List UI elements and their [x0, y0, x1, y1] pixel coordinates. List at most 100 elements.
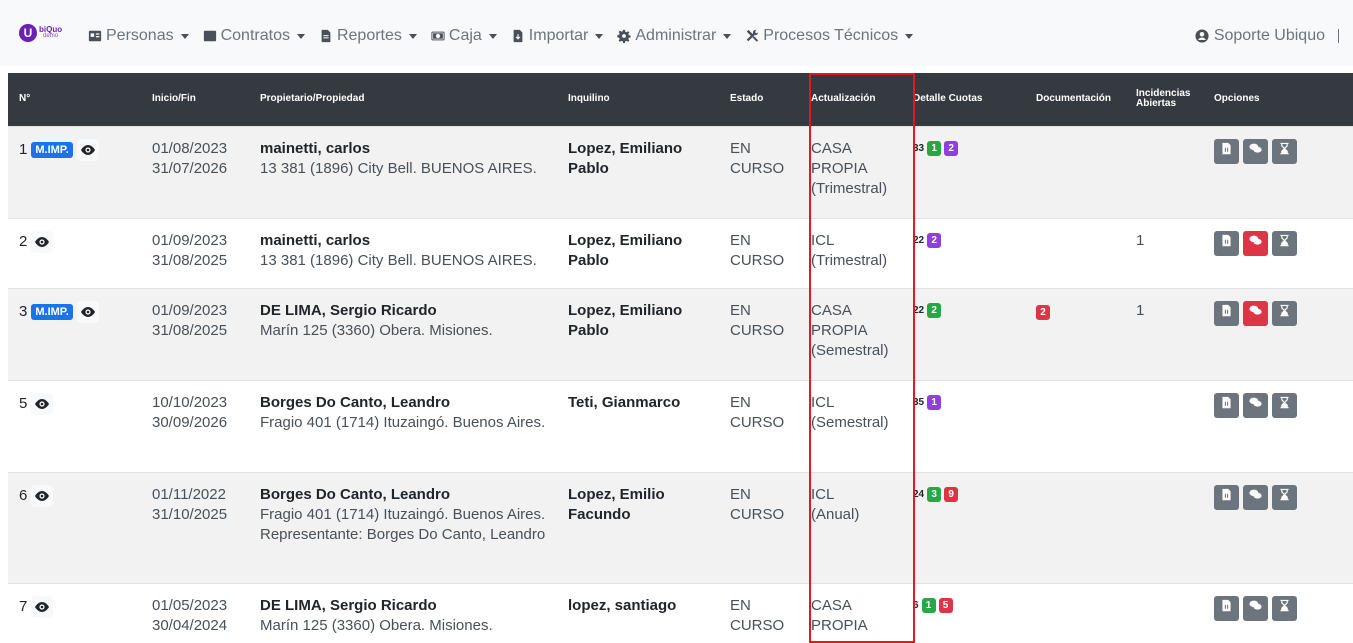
- column-header[interactable]: N°: [8, 73, 141, 126]
- property-line: 13 381 (1896) City Bell. BUENOS AIRES.: [260, 159, 537, 177]
- incidencias-count: 1: [1136, 301, 1145, 319]
- column-header[interactable]: Inquilino: [557, 73, 719, 126]
- hourglass-button[interactable]: [1272, 392, 1297, 418]
- table-row[interactable]: 3 M.IMP. 01/09/2023 31/08/2025 DE LIMA, Serg…: [8, 287, 1353, 380]
- owner-name: mainetti, carlos: [260, 139, 371, 157]
- cuota-badge[interactable]: 2: [927, 303, 942, 318]
- cuota-badge[interactable]: 3: [927, 487, 942, 502]
- hourglass-button[interactable]: [1272, 595, 1297, 621]
- nav-administrar[interactable]: Administrar: [617, 27, 732, 45]
- eye-icon[interactable]: [31, 484, 54, 507]
- cuota-badge[interactable]: 2: [944, 141, 959, 156]
- hourglass-button[interactable]: [1272, 300, 1297, 326]
- property-line: 13 381 (1896) City Bell. BUENOS AIRES.: [260, 251, 537, 269]
- start-date: 01/09/2023: [152, 231, 228, 249]
- chevron-down-icon: [180, 33, 189, 39]
- eye-icon[interactable]: [76, 138, 99, 161]
- row-number: 3: [19, 302, 28, 320]
- table-row[interactable]: 2 01/09/2023 31/08/2025 mainetti, carlos 13 …: [8, 217, 1353, 288]
- nav-importar[interactable]: Importar: [511, 27, 604, 45]
- status-text: EN CURSO: [730, 139, 785, 177]
- cuotas-count: 6: [913, 599, 919, 611]
- cuota-badge[interactable]: 5: [938, 598, 953, 613]
- brand-logo[interactable]: U biQuo demo: [19, 24, 62, 42]
- column-header[interactable]: Actualización: [800, 73, 902, 126]
- nav-label: Personas: [106, 27, 174, 44]
- eye-icon[interactable]: [31, 230, 54, 253]
- file-button[interactable]: [1214, 300, 1239, 326]
- nav-label: Contratos: [220, 27, 290, 44]
- cuotas-count: 22: [913, 304, 925, 316]
- nav-reportes[interactable]: Reportes: [319, 27, 417, 45]
- update-line: ICL: [811, 231, 835, 249]
- start-date: 01/11/2022: [152, 485, 226, 503]
- column-header[interactable]: Opciones: [1203, 73, 1353, 126]
- cuota-badge[interactable]: 1: [921, 598, 936, 613]
- chevron-down-icon: [296, 33, 305, 39]
- chevron-down-icon: [408, 33, 417, 39]
- column-header[interactable]: Estado: [719, 73, 800, 126]
- file-icon: [1220, 141, 1233, 161]
- file-button[interactable]: [1214, 484, 1239, 510]
- chat-button[interactable]: [1243, 138, 1268, 164]
- cuota-badge[interactable]: 1: [927, 141, 942, 156]
- nav-personas[interactable]: Personas: [88, 27, 189, 45]
- eye-icon[interactable]: [76, 300, 99, 323]
- end-date: 30/04/2024: [152, 616, 228, 634]
- id-card-icon: [88, 29, 102, 43]
- chat-button[interactable]: [1243, 484, 1268, 510]
- eye-icon[interactable]: [31, 595, 54, 618]
- column-header[interactable]: Detalle Cuotas: [902, 73, 1025, 126]
- cuota-badge[interactable]: 2: [927, 233, 942, 248]
- property-line: Marín 125 (3360) Obera. Misiones.: [260, 616, 493, 634]
- column-header[interactable]: Documentación: [1025, 73, 1125, 126]
- column-header[interactable]: Propietario/Propiedad: [249, 73, 557, 126]
- hourglass-icon: [1278, 598, 1291, 618]
- hourglass-button[interactable]: [1272, 484, 1297, 510]
- table-row[interactable]: 1 M.IMP. 01/08/2023 31/07/2026 mainetti, car…: [8, 125, 1353, 218]
- chat-button[interactable]: [1243, 230, 1268, 256]
- file-button[interactable]: [1214, 138, 1239, 164]
- cuota-badge[interactable]: 1: [927, 395, 942, 410]
- nav-contratos[interactable]: Contratos: [203, 27, 305, 45]
- tenant-name: Lopez, Emiliano Pablo: [568, 139, 683, 177]
- column-header[interactable]: Incidencias Abiertas: [1125, 73, 1203, 126]
- update-line: ICL: [811, 485, 835, 503]
- nav-caja[interactable]: Caja: [431, 27, 497, 45]
- file-icon: [1220, 303, 1233, 323]
- column-header[interactable]: Inicio/Fin: [141, 73, 249, 126]
- brand-sub: demo: [43, 33, 59, 39]
- chevron-down-icon: [905, 33, 914, 39]
- table-row[interactable]: 7 01/05/2023 30/04/2024 DE LIMA, Sergio Ric…: [8, 582, 1353, 643]
- chat-button[interactable]: [1243, 300, 1268, 326]
- property-line: Fragio 401 (1714) Ituzaingó. Buenos Aire…: [260, 505, 546, 523]
- chat-icon: [1249, 395, 1262, 415]
- gear-icon: [617, 29, 632, 43]
- chat-button[interactable]: [1243, 595, 1268, 621]
- hourglass-button[interactable]: [1272, 230, 1297, 256]
- cuotas-count: 35: [913, 396, 925, 408]
- user-icon: [1195, 29, 1209, 43]
- file-button[interactable]: [1214, 595, 1239, 621]
- tools-icon: [745, 29, 759, 43]
- file-button[interactable]: [1214, 230, 1239, 256]
- tenant-name: Teti, Gianmarco: [568, 393, 681, 411]
- mimp-badge: M.IMP.: [31, 141, 73, 158]
- update-line: CASA: [811, 301, 852, 319]
- chat-button[interactable]: [1243, 392, 1268, 418]
- start-date: 01/05/2023: [152, 596, 228, 614]
- incidencias-count: 1: [1136, 231, 1145, 249]
- hourglass-icon: [1278, 487, 1291, 507]
- user-menu[interactable]: Soporte Ubiquo: [1195, 27, 1339, 45]
- hourglass-button[interactable]: [1272, 138, 1297, 164]
- doc-badge[interactable]: 2: [1036, 305, 1050, 320]
- file-icon: [1220, 487, 1233, 507]
- nav-procesos-t-cnicos[interactable]: Procesos Técnicos: [745, 27, 914, 45]
- file-button[interactable]: [1214, 392, 1239, 418]
- table-row[interactable]: 6 01/11/2022 31/10/2025 Borges Do Canto, Le…: [8, 471, 1353, 583]
- nav-label: Importar: [528, 27, 589, 44]
- cuota-badge[interactable]: 9: [944, 487, 959, 502]
- table-row[interactable]: 5 10/10/2023 30/09/2026 Borges Do Canto, Le…: [8, 379, 1353, 472]
- chat-icon: [1249, 598, 1262, 618]
- eye-icon[interactable]: [31, 392, 54, 415]
